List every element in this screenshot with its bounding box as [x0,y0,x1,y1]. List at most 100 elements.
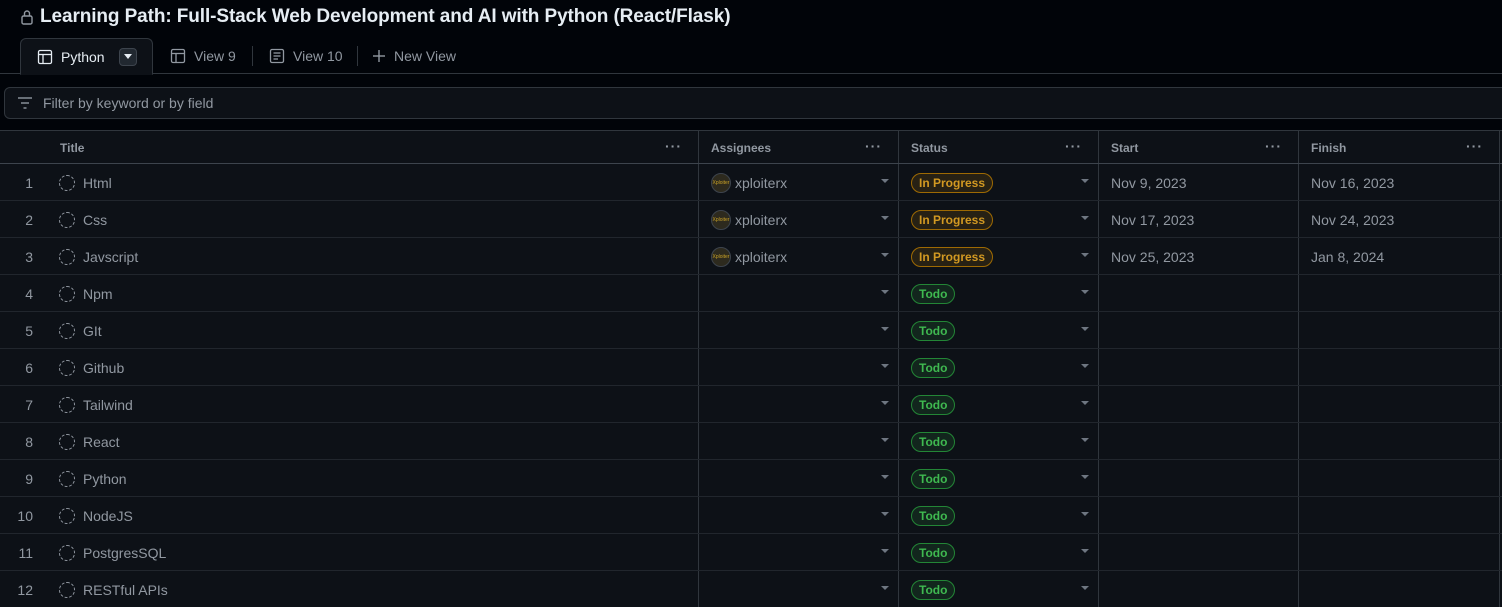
assignee-cell[interactable]: Xploiter xploiterx [711,201,787,238]
tab-view-10[interactable]: View 10 [269,38,343,74]
column-header-assignees[interactable]: Assignees ··· [699,131,898,164]
table-row[interactable]: 9 Python Todo [0,460,1502,497]
table-row[interactable]: 1 Html Xploiter xploiterx In Progress Nov 9, … [0,164,1502,201]
title-cell[interactable]: Github [59,349,124,386]
column-menu-icon[interactable]: ··· [1065,139,1082,153]
column-header-title[interactable]: Title ··· [48,131,698,164]
title-cell[interactable]: RESTful APIs [59,571,168,607]
status-cell[interactable]: Todo [911,534,956,571]
title-cell[interactable]: Javscript [59,238,138,275]
status-cell[interactable]: Todo [911,275,956,312]
chevron-down-icon[interactable] [881,586,889,590]
chevron-down-icon[interactable] [881,327,889,331]
finish-date[interactable]: Nov 16, 2023 [1311,164,1394,201]
title-cell[interactable]: Css [59,201,107,238]
status-cell[interactable]: Todo [911,386,956,423]
chevron-down-icon[interactable] [881,475,889,479]
item-title[interactable]: Github [83,360,124,376]
column-menu-icon[interactable]: ··· [665,139,682,153]
column-menu-icon[interactable]: ··· [1265,139,1282,153]
title-cell[interactable]: PostgresSQL [59,534,166,571]
chevron-down-icon[interactable] [1081,549,1089,553]
view-options-button[interactable] [118,47,137,66]
new-view-button[interactable]: New View [372,38,456,74]
status-cell[interactable]: Todo [911,497,956,534]
title-cell[interactable]: Python [59,460,127,497]
table-row[interactable]: 3 Javscript Xploiter xploiterx In Progress No… [0,238,1502,275]
status-cell[interactable]: Todo [911,460,956,497]
status-cell[interactable]: Todo [911,349,956,386]
title-cell[interactable]: Npm [59,275,113,312]
item-title[interactable]: Html [83,175,112,191]
item-title[interactable]: GIt [83,323,102,339]
chevron-down-icon[interactable] [1081,364,1089,368]
table-row[interactable]: 7 Tailwind Todo [0,386,1502,423]
chevron-down-icon[interactable] [881,438,889,442]
chevron-down-icon[interactable] [1081,179,1089,183]
row-number: 8 [25,433,33,450]
draft-issue-icon [59,507,75,524]
chevron-down-icon[interactable] [1081,401,1089,405]
table-row[interactable]: 12 RESTful APIs Todo [0,571,1502,607]
chevron-down-icon[interactable] [1081,290,1089,294]
assignee-cell[interactable]: Xploiter xploiterx [711,238,787,275]
item-title[interactable]: RESTful APIs [83,582,168,598]
chevron-down-icon[interactable] [1081,253,1089,257]
start-date[interactable]: Nov 17, 2023 [1111,201,1194,238]
item-title[interactable]: Javscript [83,249,138,265]
chevron-down-icon[interactable] [881,290,889,294]
filter-bar[interactable]: Filter by keyword or by field [4,87,1502,119]
item-title[interactable]: Css [83,212,107,228]
chevron-down-icon[interactable] [881,549,889,553]
title-cell[interactable]: Html [59,164,112,201]
table-row[interactable]: 11 PostgresSQL Todo [0,534,1502,571]
chevron-down-icon[interactable] [881,512,889,516]
tab-view-9[interactable]: View 9 [170,38,236,74]
chevron-down-icon[interactable] [881,216,889,220]
column-header-start[interactable]: Start ··· [1099,131,1298,164]
chevron-down-icon[interactable] [1081,327,1089,331]
chevron-down-icon[interactable] [1081,512,1089,516]
column-header-finish[interactable]: Finish ··· [1299,131,1499,164]
status-cell[interactable]: In Progress [911,238,994,275]
table-row[interactable]: 10 NodeJS Todo [0,497,1502,534]
status-cell[interactable]: Todo [911,571,956,607]
finish-date[interactable]: Nov 24, 2023 [1311,201,1394,238]
table-row[interactable]: 6 Github Todo [0,349,1502,386]
title-cell[interactable]: NodeJS [59,497,133,534]
chevron-down-icon[interactable] [881,401,889,405]
title-cell[interactable]: GIt [59,312,102,349]
table-row[interactable]: 8 React Todo [0,423,1502,460]
status-cell[interactable]: In Progress [911,164,994,201]
chevron-down-icon[interactable] [881,179,889,183]
chevron-down-icon[interactable] [881,364,889,368]
finish-date[interactable]: Jan 8, 2024 [1311,238,1384,275]
column-menu-icon[interactable]: ··· [1466,139,1483,153]
table-row[interactable]: 5 GIt Todo [0,312,1502,349]
item-title[interactable]: Tailwind [83,397,133,413]
item-title[interactable]: NodeJS [83,508,133,524]
title-cell[interactable]: React [59,423,120,460]
chevron-down-icon[interactable] [881,253,889,257]
chevron-down-icon[interactable] [1081,475,1089,479]
column-header-status[interactable]: Status ··· [899,131,1098,164]
item-title[interactable]: Npm [83,286,113,302]
title-cell[interactable]: Tailwind [59,386,133,423]
status-cell[interactable]: In Progress [911,201,994,238]
table-row[interactable]: 2 Css Xploiter xploiterx In Progress Nov 17, … [0,201,1502,238]
table-row[interactable]: 4 Npm Todo [0,275,1502,312]
item-title[interactable]: PostgresSQL [83,545,166,561]
assignee-cell[interactable]: Xploiter xploiterx [711,164,787,201]
item-title[interactable]: Python [83,471,127,487]
filter-input[interactable]: Filter by keyword or by field [43,95,213,111]
status-cell[interactable]: Todo [911,312,956,349]
column-menu-icon[interactable]: ··· [865,139,882,153]
item-title[interactable]: React [83,434,120,450]
chevron-down-icon[interactable] [1081,216,1089,220]
chevron-down-icon[interactable] [1081,586,1089,590]
start-date[interactable]: Nov 25, 2023 [1111,238,1194,275]
tab-python[interactable]: Python [20,38,153,75]
start-date[interactable]: Nov 9, 2023 [1111,164,1187,201]
chevron-down-icon[interactable] [1081,438,1089,442]
status-cell[interactable]: Todo [911,423,956,460]
